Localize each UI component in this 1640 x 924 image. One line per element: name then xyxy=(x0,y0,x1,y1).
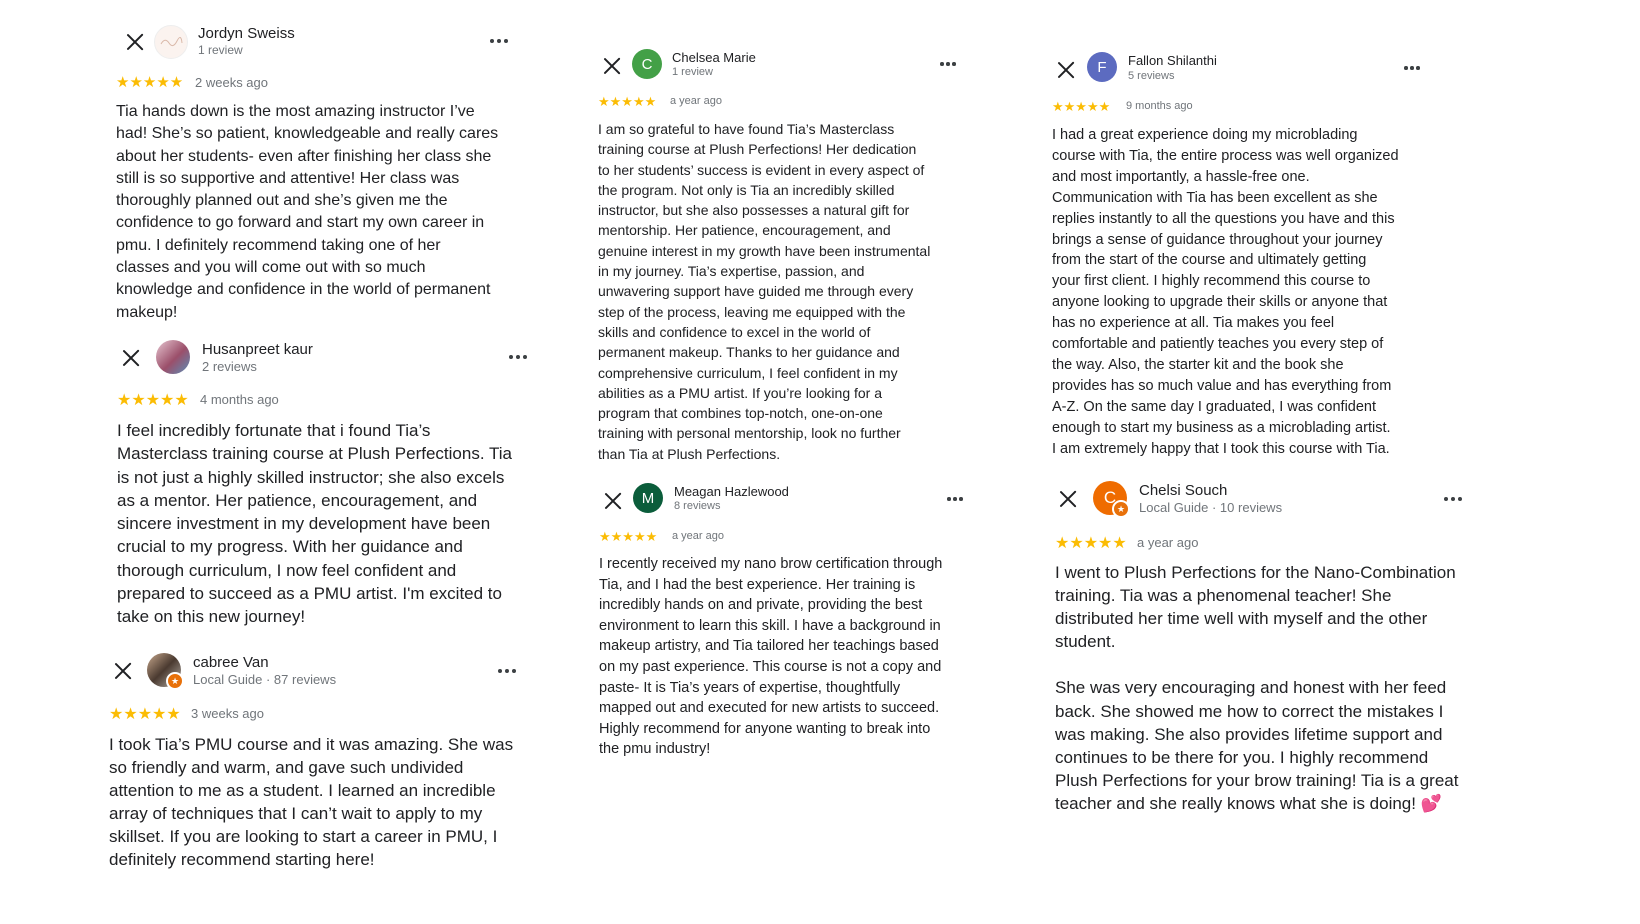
review-text: I recently received my nano brow certifi… xyxy=(599,556,943,758)
reviewer-name[interactable]: Jordyn Sweiss xyxy=(198,25,295,42)
reviewer-name[interactable]: Fallon Shilanthi xyxy=(1128,53,1217,68)
avatar-letter: C xyxy=(641,55,653,73)
reviewer-name[interactable]: cabree Van xyxy=(193,654,269,671)
star-rating: ★★★★★ xyxy=(117,392,189,409)
more-options-icon[interactable] xyxy=(490,39,508,43)
avatar xyxy=(154,25,188,59)
more-options-icon[interactable] xyxy=(947,497,963,501)
reviewer-name[interactable]: Husanpreet kaur xyxy=(202,341,313,358)
avatar: M xyxy=(633,483,663,513)
review-date: 9 months ago xyxy=(1126,100,1193,112)
local-guide-badge-icon: ★ xyxy=(166,672,184,690)
review-date: a year ago xyxy=(1137,535,1199,550)
star-rating: ★★★★★ xyxy=(598,94,657,109)
reviewer-meta: Local Guide · 87 reviews xyxy=(193,672,337,687)
reviewer-meta: Local Guide · 10 reviews xyxy=(1139,500,1283,515)
more-options-icon[interactable] xyxy=(1444,497,1462,501)
more-options-icon[interactable] xyxy=(498,669,516,673)
reviewer-meta: 8 reviews xyxy=(674,500,721,512)
more-options-icon[interactable] xyxy=(509,355,527,359)
review-date: 2 weeks ago xyxy=(195,75,268,90)
avatar-letter: F xyxy=(1097,58,1107,76)
avatar: C xyxy=(632,49,662,79)
avatar-letter: M xyxy=(641,489,655,507)
photo-avatar: ★ xyxy=(147,653,184,690)
star-rating: ★★★★★ xyxy=(599,529,658,544)
review-text: I am so grateful to have found Tia’s Mas… xyxy=(598,121,931,462)
reviewer-meta: 1 review xyxy=(672,66,713,78)
more-options-icon[interactable] xyxy=(1404,66,1420,70)
photo-avatar xyxy=(156,340,190,374)
reviewer-name[interactable]: Chelsi Souch xyxy=(1139,482,1227,499)
star-rating: ★★★★★ xyxy=(116,74,184,91)
review-text: I had a great experience doing my microb… xyxy=(1052,127,1399,457)
more-options-icon[interactable] xyxy=(940,62,956,66)
reviewer-meta: 5 reviews xyxy=(1128,70,1175,82)
close-icon[interactable] xyxy=(1057,488,1079,510)
reviewer-meta: 1 review xyxy=(198,43,243,57)
reviewer-name[interactable]: Chelsea Marie xyxy=(672,50,756,65)
review-date: a year ago xyxy=(670,95,722,107)
close-icon[interactable] xyxy=(1055,59,1073,77)
star-rating: ★★★★★ xyxy=(1055,535,1127,552)
avatar: F xyxy=(1087,52,1117,82)
close-icon[interactable] xyxy=(112,660,134,682)
avatar: C ★ xyxy=(1093,481,1130,518)
review-text: Tia hands down is the most amazing instr… xyxy=(116,103,499,321)
close-icon[interactable] xyxy=(124,31,146,53)
reviewer-meta: 2 reviews xyxy=(202,359,257,374)
close-icon[interactable] xyxy=(601,55,619,73)
review-text: I took Tia’s PMU course and it was amazi… xyxy=(109,735,514,870)
review-date: a year ago xyxy=(672,530,724,542)
reviewer-name[interactable]: Meagan Hazlewood xyxy=(674,484,789,499)
review-date: 4 months ago xyxy=(200,392,279,407)
star-rating: ★★★★★ xyxy=(1052,99,1111,114)
close-icon[interactable] xyxy=(120,347,142,369)
review-text: I feel incredibly fortunate that i found… xyxy=(117,421,512,627)
review-text: I went to Plush Perfections for the Nano… xyxy=(1055,563,1459,813)
star-rating: ★★★★★ xyxy=(109,706,181,723)
close-icon[interactable] xyxy=(602,490,620,508)
local-guide-badge-icon: ★ xyxy=(1112,500,1130,518)
review-date: 3 weeks ago xyxy=(191,706,264,721)
logo-image-avatar xyxy=(160,37,183,47)
